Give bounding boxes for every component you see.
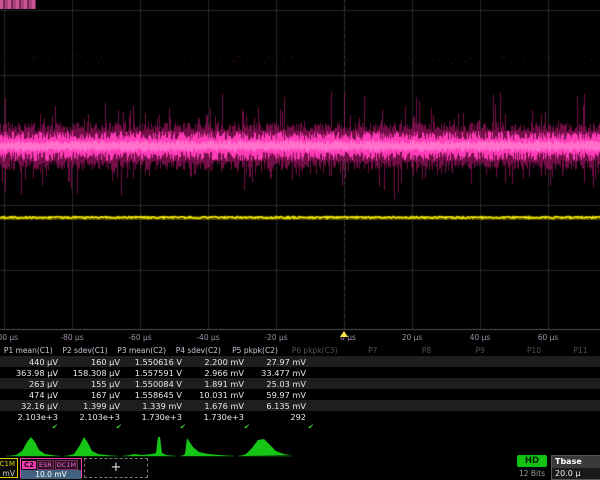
waveform-display[interactable]: [0, 0, 600, 332]
histicon-row: [0, 434, 600, 458]
status-check-icon: ✔: [128, 422, 192, 431]
status-check-icon: ✔: [0, 422, 64, 431]
cell-value: 25.03 mV: [248, 379, 310, 389]
time-tick-label: -20 µs: [264, 333, 287, 342]
hd-mode-badge: HD: [517, 455, 547, 467]
histicon-p3[interactable]: [122, 435, 176, 458]
histicon-p5[interactable]: [238, 435, 292, 458]
c1-descriptor-box[interactable]: DC1M 10.0 mV: [0, 458, 18, 478]
param-header-p1[interactable]: P1 mean(C1): [0, 346, 57, 355]
param-header-p5[interactable]: P5 pkpk(C2): [227, 346, 284, 355]
cell-value: 1.339 mV: [124, 401, 186, 411]
table-row-max: 474 µV 167 µV 1.558645 V 10.031 mV 59.97…: [0, 389, 600, 400]
time-tick-label: 40 µs: [470, 333, 491, 342]
param-header-p3[interactable]: P3 mean(C2): [113, 346, 170, 355]
status-check-icon: ✔: [192, 422, 256, 431]
measurement-table-header: P1 mean(C1) P2 sdev(C1) P3 mean(C2) P4 s…: [0, 345, 600, 356]
cell-value: 59.97 mV: [248, 390, 310, 400]
table-row-mean: 363.98 µV 158.308 µV 1.557591 V 2.966 mV…: [0, 367, 600, 378]
cell-value: 292: [248, 412, 310, 422]
table-row-num: 2.103e+3 2.103e+3 1.730e+3 1.730e+3 292: [0, 411, 600, 422]
cell-value: 363.98 µV: [0, 368, 62, 378]
cell-value: 6.135 mV: [248, 401, 310, 411]
status-check-icon: ✔: [64, 422, 128, 431]
timebase-label: Tbase: [552, 456, 600, 468]
table-row-value: 440 µV 160 µV 1.550616 V 2.200 mV 27.97 …: [0, 356, 600, 367]
time-tick-label: -40 µs: [196, 333, 219, 342]
cell-value: 1.550084 V: [124, 379, 186, 389]
cell-value: 2.966 mV: [186, 368, 248, 378]
cell-value: 1.676 mV: [186, 401, 248, 411]
c2-vertical-scale: 10.0 mV: [21, 470, 81, 479]
trigger-time-marker-icon[interactable]: [340, 331, 348, 337]
param-header-p11[interactable]: P11: [561, 346, 600, 355]
c2-process-badge: ESR: [37, 460, 54, 470]
cell-value: 158.308 µV: [62, 368, 124, 378]
table-row-status: ✔ ✔ ✔ ✔ ✔: [0, 422, 600, 431]
cell-value: 2.103e+3: [0, 412, 62, 422]
hd-bits-label: 12 Bits: [513, 469, 551, 478]
cell-value: 27.97 mV: [248, 357, 310, 367]
cell-value: 33.477 mV: [248, 368, 310, 378]
c2-coupling-badge: DC1M: [55, 460, 78, 470]
cell-value: 1.730e+3: [124, 412, 186, 422]
cell-value: 1.550616 V: [124, 357, 186, 367]
param-header-p4[interactable]: P4 sdev(C2): [170, 346, 227, 355]
time-tick-label: -100 µs: [0, 333, 18, 342]
param-header-p9[interactable]: P9: [453, 346, 507, 355]
clipped-trace-descriptor: [0, 0, 36, 9]
cell-value: 263 µV: [0, 379, 62, 389]
add-trace-button[interactable]: +: [84, 458, 148, 478]
time-tick-label: -60 µs: [128, 333, 151, 342]
cell-value: 440 µV: [0, 357, 62, 367]
param-header-p10[interactable]: P10: [507, 346, 561, 355]
cell-value: 167 µV: [62, 390, 124, 400]
oscilloscope-screen: -100 µs -80 µs -60 µs -40 µs -20 µs 0 µs…: [0, 0, 600, 480]
c2-descriptor-box[interactable]: C2 ESR DC1M 10.0 mV: [20, 458, 82, 478]
timebase-value: 20.0 µ: [552, 468, 600, 480]
histicon-p2[interactable]: [64, 435, 118, 458]
table-row-sdev: 32.16 µV 1.399 µV 1.339 mV 1.676 mV 6.13…: [0, 400, 600, 411]
cell-value: 2.200 mV: [186, 357, 248, 367]
cell-value: 1.558645 V: [124, 390, 186, 400]
time-axis: -100 µs -80 µs -60 µs -40 µs -20 µs 0 µs…: [0, 330, 600, 345]
cell-value: 155 µV: [62, 379, 124, 389]
time-tick-label: 20 µs: [402, 333, 423, 342]
measurement-table: P1 mean(C1) P2 sdev(C1) P3 mean(C2) P4 s…: [0, 345, 600, 431]
cell-value: 160 µV: [62, 357, 124, 367]
time-tick-label: -80 µs: [60, 333, 83, 342]
status-check-icon: ✔: [256, 422, 320, 431]
param-header-p8[interactable]: P8: [400, 346, 454, 355]
param-header-p2[interactable]: P2 sdev(C1): [57, 346, 114, 355]
histicon-p4[interactable]: [180, 435, 234, 458]
time-tick-label: 60 µs: [538, 333, 559, 342]
c1-coupling: DC1M: [0, 459, 17, 469]
c1-vertical-scale: 10.0 mV: [0, 469, 17, 478]
histicon-p1[interactable]: [6, 435, 60, 458]
cell-value: 1.730e+3: [186, 412, 248, 422]
cell-value: 32.16 µV: [0, 401, 62, 411]
cell-value: 1.891 mV: [186, 379, 248, 389]
cell-value: 1.399 µV: [62, 401, 124, 411]
cell-value: 2.103e+3: [62, 412, 124, 422]
param-header-p6[interactable]: P6 pkpk(C3): [283, 346, 346, 355]
table-row-min: 263 µV 155 µV 1.550084 V 1.891 mV 25.03 …: [0, 378, 600, 389]
param-header-p7[interactable]: P7: [346, 346, 400, 355]
cell-value: 1.557591 V: [124, 368, 186, 378]
cell-value: 474 µV: [0, 390, 62, 400]
cell-value: 10.031 mV: [186, 390, 248, 400]
c2-channel-label: C2: [22, 461, 36, 469]
timebase-descriptor-box[interactable]: Tbase 20.0 µ: [551, 455, 600, 480]
